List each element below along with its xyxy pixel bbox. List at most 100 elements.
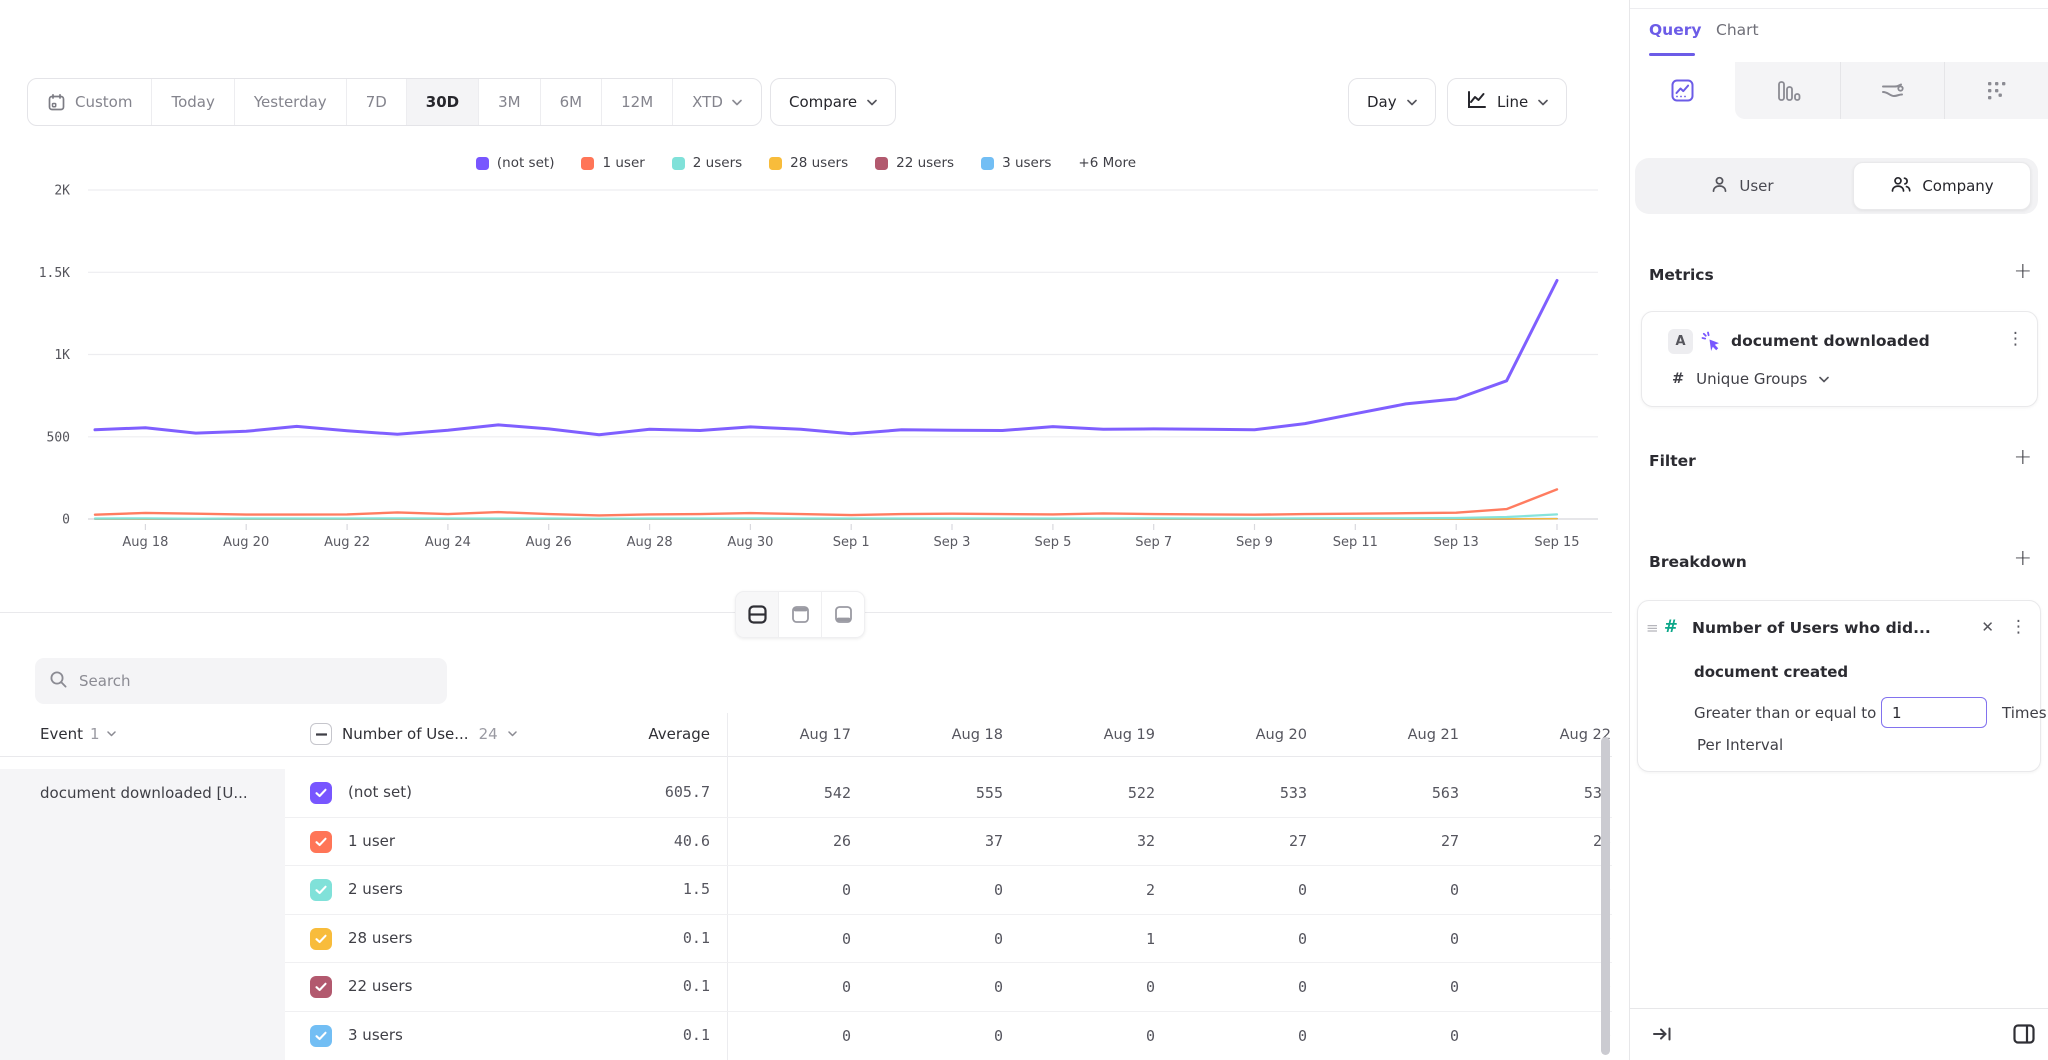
- metric-kebab-icon[interactable]: ⋮: [2007, 330, 2024, 348]
- interval-dropdown[interactable]: Day: [1348, 78, 1436, 126]
- chevron-down-icon: [107, 731, 116, 737]
- metric-card[interactable]: A document downloaded ⋮ # Unique Groups: [1641, 311, 2038, 407]
- legend-item[interactable]: 2 users: [672, 155, 742, 171]
- chart-type-dropdown[interactable]: Line: [1447, 78, 1567, 126]
- header-divider: [0, 756, 1612, 757]
- company-toggle-option[interactable]: Company: [1853, 162, 2031, 210]
- add-filter-button[interactable]: +: [2014, 448, 2032, 468]
- range-button-30d[interactable]: 30D: [407, 79, 479, 125]
- table-row[interactable]: 28 users0.1001000: [285, 915, 1612, 964]
- date-column-header[interactable]: Aug 17: [727, 713, 879, 756]
- cell-value: 0: [1183, 963, 1335, 1011]
- analytics-app: CustomTodayYesterday7D30D3M6M 12M XTD Comp…: [0, 0, 2048, 1060]
- row-checkbox[interactable]: [310, 879, 332, 901]
- range-label: 12M: [621, 93, 653, 111]
- range-button-yesterday[interactable]: Yesterday: [235, 79, 347, 125]
- legend-item[interactable]: 22 users: [875, 155, 954, 171]
- legend-item[interactable]: 1 user: [581, 155, 644, 171]
- breakdown-per-label[interactable]: Per Interval: [1697, 736, 1783, 754]
- cell-value: 0: [1031, 1012, 1183, 1060]
- cell-value: 0: [1183, 1012, 1335, 1060]
- split-view-button[interactable]: [735, 591, 779, 638]
- date-column-header[interactable]: Aug 22: [1487, 713, 1639, 756]
- company-toggle-label: Company: [1922, 177, 1993, 195]
- compare-button[interactable]: Compare: [770, 78, 896, 126]
- add-breakdown-button[interactable]: +: [2014, 549, 2032, 569]
- range-button-7d[interactable]: 7D: [347, 79, 407, 125]
- range-button-xtd[interactable]: XTD: [673, 79, 761, 125]
- line-chart-icon: [1466, 90, 1487, 114]
- range-button-today[interactable]: Today: [152, 79, 234, 125]
- add-metric-button[interactable]: +: [2014, 262, 2032, 282]
- cell-value: 0: [1335, 915, 1487, 963]
- cell-value: 0: [727, 1012, 879, 1060]
- breakdown-condition-label[interactable]: Greater than or equal to: [1694, 704, 1876, 722]
- range-button-6m[interactable]: 6M: [541, 79, 603, 125]
- breakdown-kebab-icon[interactable]: ⋮: [2010, 618, 2027, 636]
- legend-item[interactable]: 28 users: [769, 155, 848, 171]
- breakdown-value-input[interactable]: [1881, 697, 1987, 728]
- grid-chart-type-button[interactable]: [1944, 62, 2048, 119]
- legend-item[interactable]: 3 users: [981, 155, 1051, 171]
- vertical-scrollbar[interactable]: [1601, 737, 1610, 1055]
- header-view-button[interactable]: [778, 591, 822, 638]
- row-checkbox[interactable]: [310, 1025, 332, 1047]
- table-row[interactable]: 3 users0.1000000: [285, 1012, 1612, 1060]
- drag-handle-icon[interactable]: ≡: [1646, 619, 1659, 637]
- event-column-header[interactable]: Event 1: [40, 725, 116, 743]
- table-row[interactable]: 2 users1.5002000: [285, 866, 1612, 915]
- flow-chart-type-button[interactable]: [1840, 62, 1945, 119]
- row-checkbox[interactable]: [310, 782, 332, 804]
- date-column-header[interactable]: Aug 21: [1335, 713, 1487, 756]
- hash-icon: #: [1672, 371, 1684, 387]
- legend-swatch: [981, 157, 994, 170]
- row-label: 2 users: [348, 880, 403, 898]
- date-column-header[interactable]: Aug 19: [1031, 713, 1183, 756]
- svg-text:Sep 3: Sep 3: [934, 535, 971, 550]
- row-checkbox[interactable]: [310, 831, 332, 853]
- cell-value: 533: [1183, 769, 1335, 817]
- breakdown-card[interactable]: ≡ # Number of Users who did... ✕ ⋮ docum…: [1637, 600, 2041, 772]
- cell-value: 522: [1031, 769, 1183, 817]
- chevron-down-icon: [1407, 99, 1417, 106]
- remove-breakdown-icon[interactable]: ✕: [1981, 618, 1994, 636]
- svg-text:Sep 9: Sep 9: [1236, 535, 1273, 550]
- cell-value: 0: [727, 866, 879, 914]
- date-column-header[interactable]: Aug 18: [879, 713, 1031, 756]
- bar-chart-type-button[interactable]: [1735, 62, 1840, 119]
- breakdown-event-name[interactable]: document created: [1694, 663, 1848, 681]
- table-row[interactable]: 1 user40.6263732272728: [285, 818, 1612, 867]
- select-all-checkbox[interactable]: [310, 723, 332, 745]
- row-date-values: 001000: [727, 915, 1639, 963]
- cell-value: 0: [879, 1012, 1031, 1060]
- aggregation-dropdown[interactable]: # Unique Groups: [1672, 370, 1829, 388]
- date-column-header[interactable]: Aug 20: [1183, 713, 1335, 756]
- chart-type-label: Line: [1497, 93, 1528, 111]
- row-checkbox[interactable]: [310, 976, 332, 998]
- average-column-header[interactable]: Average: [540, 725, 710, 743]
- chart-canvas[interactable]: 05001K1.5K2KAug 18Aug 20Aug 22Aug 24Aug …: [0, 178, 1620, 560]
- table-row[interactable]: 22 users0.1000000: [285, 963, 1612, 1012]
- search-input[interactable]: [79, 672, 433, 690]
- split-pane-icon[interactable]: [2010, 1020, 2038, 1052]
- line-chart-type-button[interactable]: [1630, 62, 1735, 119]
- breakdown-column-header[interactable]: Number of Use... 24: [310, 723, 517, 745]
- row-average: 605.7: [540, 783, 710, 801]
- cell-value: 0: [1487, 915, 1639, 963]
- table-row[interactable]: (not set)605.7542555522533563532: [285, 769, 1612, 818]
- row-date-values: 263732272728: [727, 818, 1639, 866]
- legend-label: 2 users: [693, 155, 742, 171]
- tab-chart[interactable]: Chart: [1716, 21, 1759, 39]
- tab-query[interactable]: Query: [1649, 21, 1701, 39]
- row-checkbox[interactable]: [310, 928, 332, 950]
- collapse-panel-icon[interactable]: [1650, 1022, 1674, 1050]
- legend-more[interactable]: +6 More: [1078, 155, 1136, 171]
- range-button-custom[interactable]: Custom: [28, 79, 152, 125]
- range-button-12m[interactable]: 12M: [602, 79, 673, 125]
- cell-value: 0: [1335, 1012, 1487, 1060]
- footer-view-button[interactable]: [821, 591, 865, 638]
- legend-item[interactable]: (not set): [476, 155, 555, 171]
- user-toggle-option[interactable]: User: [1635, 162, 1849, 210]
- range-button-3m[interactable]: 3M: [479, 79, 541, 125]
- svg-text:Aug 24: Aug 24: [425, 535, 471, 550]
